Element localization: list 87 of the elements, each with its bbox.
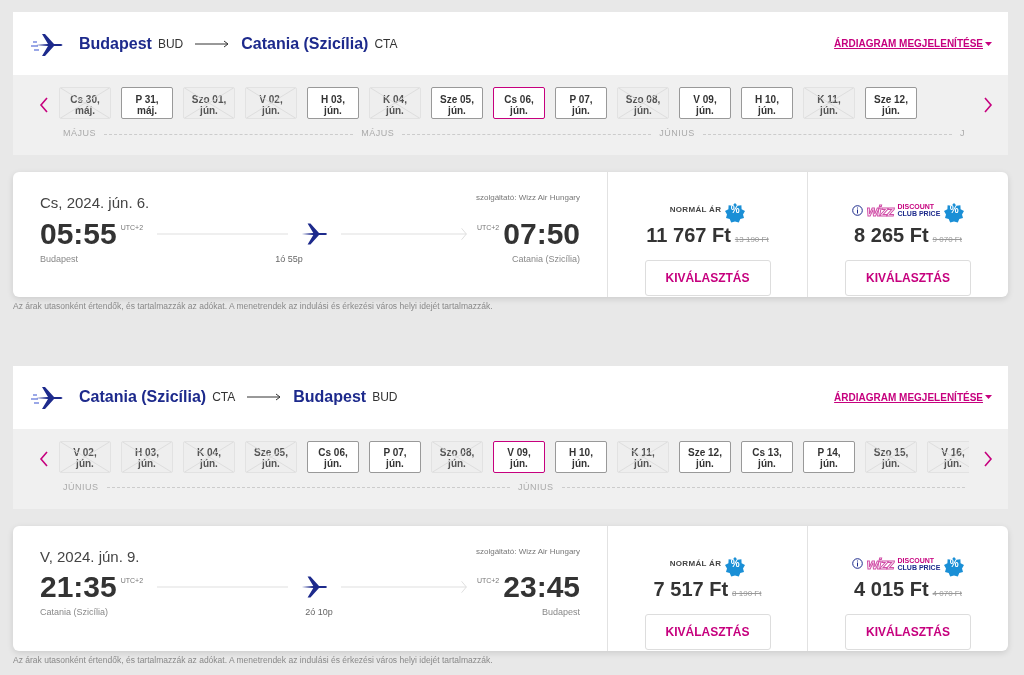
arrival-city: Budapest (541, 606, 580, 620)
date-chip[interactable]: Sze 05, jún. (245, 440, 297, 473)
old-price: 4 070 Ft (932, 587, 962, 600)
arrow-icon (195, 40, 229, 47)
date-chip[interactable]: H 03, jún. (307, 87, 359, 119)
club-logo: wizz (866, 202, 894, 218)
date-chip[interactable]: Cs 30, máj. (59, 87, 111, 119)
date-chip[interactable]: V 02, jún. (59, 440, 111, 473)
fare-label: NORMÁL ÁR (669, 557, 722, 570)
month-label: MÁJUS (361, 127, 395, 141)
airport-code: CTA (374, 35, 398, 53)
date-chip[interactable]: Szo 08, jún. (617, 87, 669, 119)
date-chip[interactable]: Cs 13, jún. (741, 440, 793, 473)
arrow-icon (247, 393, 281, 401)
caret-icon (985, 40, 992, 47)
date-chip[interactable]: P 07, jún. (369, 440, 421, 473)
date-chip[interactable]: H 10, jún. (741, 87, 793, 119)
fare-note: Az árak utasonként értendők, és tartalmazzák az adókat. A menetrendek az indulási és érkezési város helyi idejét tartalmazzák. (13, 300, 494, 313)
origin-city: Catania (Szicília) (79, 387, 207, 408)
date-chip[interactable]: K 04, jún. (183, 440, 235, 473)
date-chip[interactable]: P 07, jún. (555, 87, 607, 119)
fare-note: Az árak utasonként értendők, és tartalmazzák az adókat. A menetrendek az indulási és érkezési város helyi idejét tartalmazzák. (13, 653, 494, 667)
airport-code: BUD (157, 35, 184, 53)
operator-text: szolgáltató: Wizz Air Hungary (475, 545, 580, 558)
departure-time: 05:55 (40, 218, 117, 249)
caret-icon (985, 394, 992, 401)
old-price: 8 190 Ft (732, 587, 762, 600)
date-chip[interactable]: P 31, máj. (121, 87, 173, 119)
date-chip[interactable]: Cs 06, jún. (307, 440, 359, 473)
date-chip[interactable]: P 14, jún. (803, 440, 855, 473)
date-chip[interactable]: Szo 01, jún. (183, 87, 235, 119)
date-chip[interactable]: Szo 08, jún. (431, 440, 483, 473)
flight-date: Cs, 2024. jún. 6. (40, 193, 150, 213)
departure-time: 21:35 (40, 572, 117, 603)
departure-city: Budapest (40, 252, 79, 266)
chevron-left-icon (39, 450, 49, 467)
chevron-left-icon (39, 97, 49, 114)
chevron-right-icon (983, 97, 993, 114)
chevron-right-icon (983, 450, 993, 467)
date-chip[interactable]: K 11, jún. (617, 440, 669, 473)
info-icon (851, 558, 863, 570)
price-chart-link[interactable]: ÁRDIAGRAM MEGJELENÍTÉSE (834, 389, 983, 405)
date-chip[interactable]: Sze 12, jún. (865, 87, 917, 119)
month-label: JÚNIUS (518, 481, 554, 494)
fare-price: 4 015 Ft (854, 576, 929, 602)
select-button[interactable]: KIVÁLASZTÁS (845, 613, 971, 650)
arrival-city: Catania (Szicília) (511, 252, 580, 266)
date-chip[interactable]: K 04, jún. (369, 87, 421, 119)
month-label: JÚNIUS (63, 481, 99, 494)
arrival-time: 23:45 (503, 572, 580, 603)
flight-duration: 2ó 10p (305, 606, 333, 620)
date-chip[interactable]: K 11, jún. (803, 87, 855, 119)
origin-city: Budapest (79, 33, 152, 54)
date-chip[interactable]: Szo 15, jún. (865, 440, 917, 473)
airport-code: CTA (212, 389, 236, 407)
destination-city: Catania (Szicília) (241, 33, 369, 54)
flight-duration: 1ó 55p (275, 252, 303, 266)
date-chip[interactable]: V 09, jún. (493, 440, 545, 473)
date-chip[interactable]: Cs 06, jún. (493, 87, 545, 119)
date-chip[interactable]: V 16, jún. (927, 440, 969, 473)
month-label: J (960, 127, 965, 141)
old-price: 9 070 Ft (932, 234, 962, 246)
arrival-time: 07:50 (503, 218, 580, 249)
fare-price: 11 767 Ft (646, 223, 731, 248)
fare-label: NORMÁL ÁR (669, 204, 722, 216)
info-icon (851, 204, 863, 216)
club-logo: wizz (866, 556, 894, 572)
fare-price: 7 517 Ft (653, 576, 729, 602)
date-chip[interactable]: Sze 12, jún. (679, 440, 731, 473)
select-button[interactable]: KIVÁLASZTÁS (644, 613, 771, 650)
select-button[interactable]: KIVÁLASZTÁS (845, 260, 971, 296)
flight-date: V, 2024. jún. 9. (40, 546, 140, 567)
month-label: MÁJUS (63, 127, 96, 141)
month-label: JÚNIUS (659, 127, 695, 141)
date-chip[interactable]: V 09, jún. (679, 87, 731, 119)
departure-city: Catania (Szicília) (40, 606, 109, 620)
select-button[interactable]: KIVÁLASZTÁS (644, 260, 771, 296)
date-chip[interactable]: H 10, jún. (555, 440, 607, 473)
date-chip[interactable]: V 02, jún. (245, 87, 297, 119)
date-chip[interactable]: Sze 05, jún. (431, 87, 483, 119)
operator-text: szolgáltató: Wizz Air Hungary (475, 192, 580, 204)
old-price: 13 190 Ft (734, 234, 769, 246)
price-chart-link[interactable]: ÁRDIAGRAM MEGJELENÍTÉSE (834, 36, 983, 51)
destination-city: Budapest (293, 387, 367, 408)
date-chip[interactable]: H 03, jún. (121, 440, 173, 473)
fare-price: 8 265 Ft (854, 223, 929, 248)
airport-code: BUD (372, 389, 398, 407)
